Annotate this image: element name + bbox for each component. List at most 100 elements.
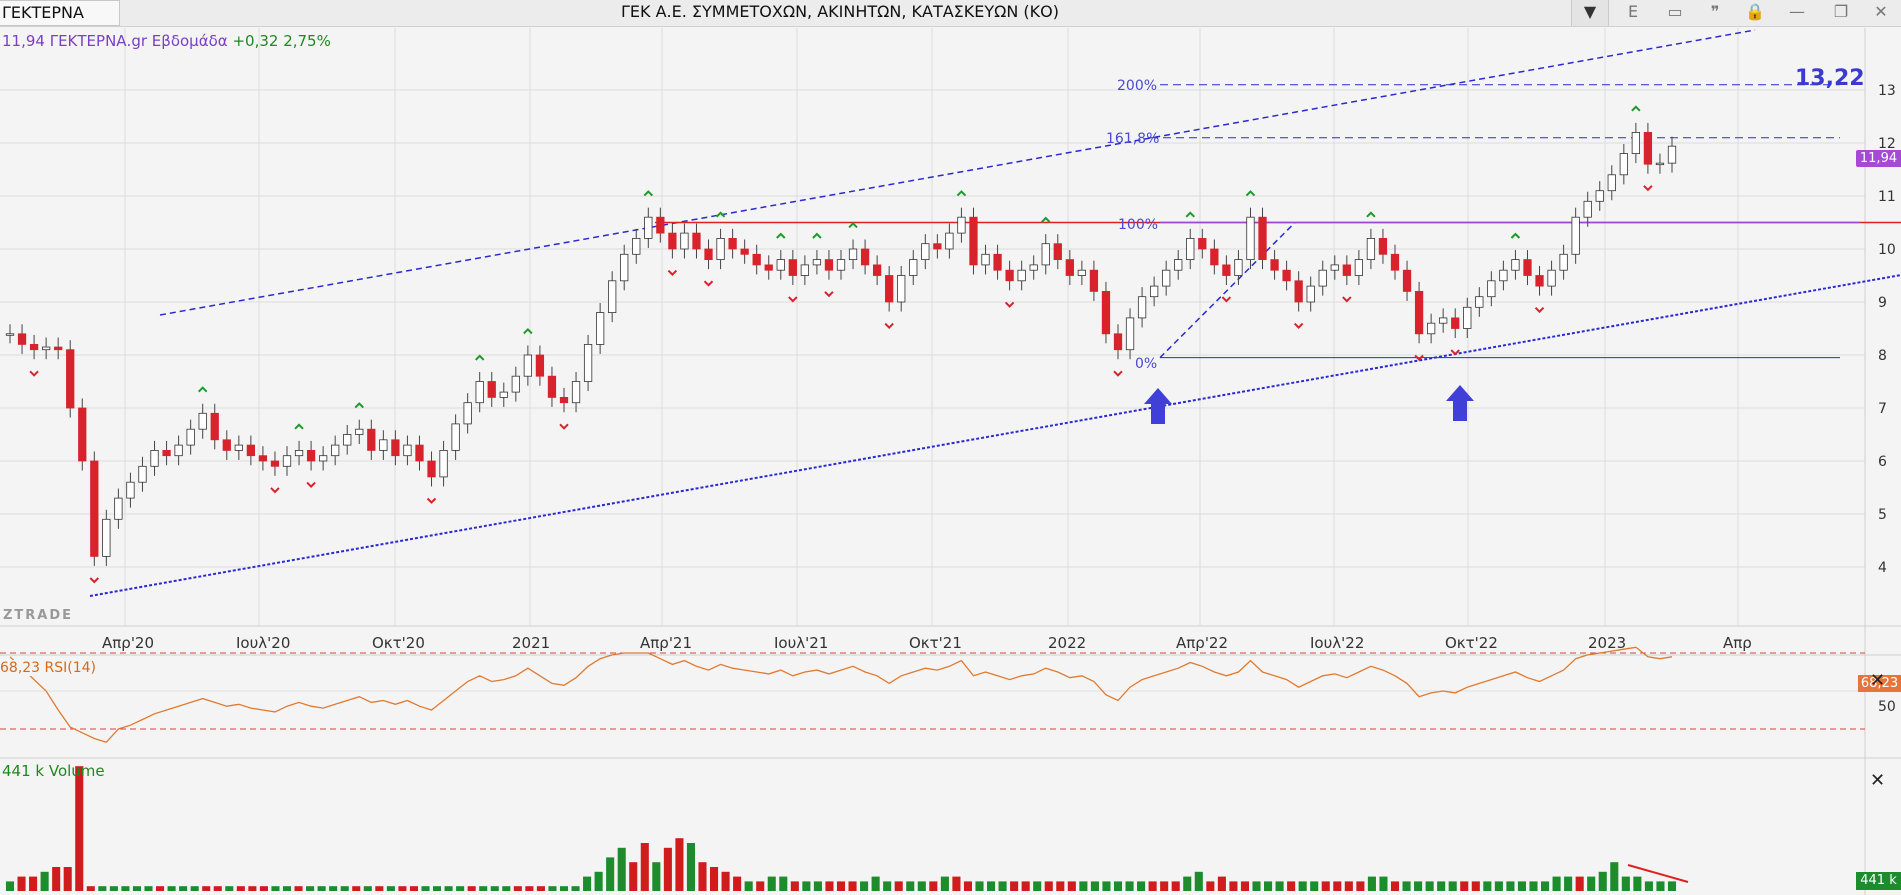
candle-down bbox=[1210, 248, 1219, 266]
swing-high-marker bbox=[956, 190, 967, 197]
volume-bar-up bbox=[167, 886, 176, 891]
volume-bar-up bbox=[1367, 876, 1376, 891]
candle-up bbox=[1041, 243, 1050, 266]
volume-bar-up bbox=[1633, 876, 1642, 891]
volume-bar-up bbox=[121, 886, 130, 891]
rsi-close-icon[interactable]: ✕ bbox=[1870, 670, 1885, 691]
volume-bar-down bbox=[52, 867, 61, 891]
volume-bar-up bbox=[940, 876, 949, 891]
volume-bar-down bbox=[467, 886, 476, 891]
candle-down bbox=[1101, 290, 1111, 335]
volume-bar-down bbox=[1206, 881, 1215, 891]
candle-up bbox=[1426, 322, 1436, 335]
candle-up bbox=[1439, 317, 1448, 324]
volume-bar-down bbox=[1217, 876, 1226, 891]
candle-down bbox=[692, 232, 701, 250]
candle-up bbox=[1667, 145, 1677, 164]
candle-down bbox=[17, 333, 27, 345]
time-axis-apr22: Απρ'22 bbox=[1176, 634, 1229, 652]
rsi-title: 68,23 RSI(14) bbox=[0, 660, 97, 676]
candle-down bbox=[1089, 269, 1099, 292]
chart-canvas[interactable] bbox=[0, 0, 1901, 895]
volume-bar-down bbox=[790, 881, 799, 891]
time-axis-jul21: Ιουλ'21 bbox=[774, 634, 829, 652]
candle-down bbox=[547, 375, 557, 398]
candle-down bbox=[1198, 237, 1207, 250]
up-arrow-icon bbox=[1446, 385, 1474, 421]
candle-up bbox=[343, 434, 352, 446]
candle-up bbox=[499, 391, 508, 398]
last-price-tag: 11,94 bbox=[1856, 150, 1901, 167]
volume-bar-down bbox=[640, 843, 649, 891]
candle-up bbox=[1607, 174, 1616, 192]
time-axis-2023: 2023 bbox=[1588, 634, 1627, 652]
candle-up bbox=[1318, 269, 1327, 287]
swing-high-marker bbox=[197, 386, 208, 393]
volume-bar-down bbox=[733, 876, 742, 891]
volume-bar-up bbox=[548, 886, 557, 891]
volume-bar-up bbox=[1183, 876, 1192, 891]
volume-bar-down bbox=[756, 881, 765, 891]
candle-down bbox=[54, 346, 63, 351]
volume-close-icon[interactable]: ✕ bbox=[1870, 770, 1885, 791]
volume-bar-down bbox=[848, 881, 857, 891]
volume-bar-down bbox=[710, 867, 719, 891]
price-axis-10: 10 bbox=[1878, 242, 1896, 258]
candle-down bbox=[29, 343, 39, 351]
swing-low-marker bbox=[884, 322, 894, 330]
swing-low-marker bbox=[1342, 296, 1352, 303]
swing-low-marker bbox=[270, 487, 280, 494]
candle-up bbox=[114, 497, 123, 520]
volume-bar-down bbox=[952, 876, 961, 891]
candle-down bbox=[1258, 216, 1267, 260]
volume-bar-down bbox=[17, 876, 26, 891]
swing-low-marker bbox=[667, 269, 678, 277]
candle-up bbox=[475, 381, 484, 404]
volume-bar-down bbox=[1287, 881, 1296, 891]
candle-up bbox=[1234, 259, 1243, 276]
candle-up bbox=[583, 343, 593, 382]
candle-down bbox=[1523, 259, 1532, 276]
candle-down bbox=[367, 428, 376, 451]
volume-bar-up bbox=[871, 876, 880, 891]
candle-up bbox=[571, 381, 581, 404]
fib-161-label: 161,8% bbox=[1106, 131, 1160, 147]
volume-bar-up bbox=[1264, 881, 1273, 891]
volume-bar-down bbox=[213, 886, 222, 891]
volume-bar-up bbox=[744, 881, 753, 891]
volume-value-tag: 441 k bbox=[1856, 872, 1901, 890]
candle-down bbox=[210, 412, 219, 441]
candle-up bbox=[1149, 285, 1159, 298]
volume-bar-up bbox=[282, 886, 292, 891]
volume-bar-down bbox=[1390, 881, 1400, 891]
swing-high-marker bbox=[1041, 216, 1051, 223]
volume-bar-up bbox=[1298, 881, 1307, 891]
candle-up bbox=[1017, 269, 1026, 282]
candle-up bbox=[1029, 264, 1038, 271]
volume-bar-down bbox=[1344, 881, 1353, 891]
volume-bar-up bbox=[433, 886, 442, 891]
swing-low-marker bbox=[1643, 185, 1653, 192]
candle-up bbox=[921, 243, 930, 260]
volume-bar-up bbox=[1621, 876, 1630, 891]
volume-bar-up bbox=[1310, 881, 1319, 891]
volume-bar-down bbox=[525, 886, 534, 891]
fib-200-label: 200% bbox=[1117, 78, 1158, 94]
volume-bar-down bbox=[1575, 876, 1584, 891]
candle-up bbox=[644, 216, 653, 239]
candle-down bbox=[1378, 237, 1388, 255]
candle-down bbox=[1282, 269, 1291, 282]
candle-down bbox=[1535, 275, 1544, 287]
volume-bar-down bbox=[1460, 881, 1469, 891]
volume-bar-up bbox=[1137, 881, 1146, 891]
volume-bar-up bbox=[767, 876, 776, 891]
volume-bar-down bbox=[259, 886, 268, 891]
candle-up bbox=[1306, 285, 1315, 303]
volume-bar-down bbox=[1067, 881, 1076, 891]
volume-bar-down bbox=[202, 886, 211, 891]
candle-up bbox=[1475, 296, 1484, 308]
candle-up bbox=[186, 428, 195, 446]
candle-up bbox=[403, 444, 412, 457]
price-axis-13: 13 bbox=[1878, 83, 1896, 99]
volume-bar-up bbox=[271, 886, 280, 891]
